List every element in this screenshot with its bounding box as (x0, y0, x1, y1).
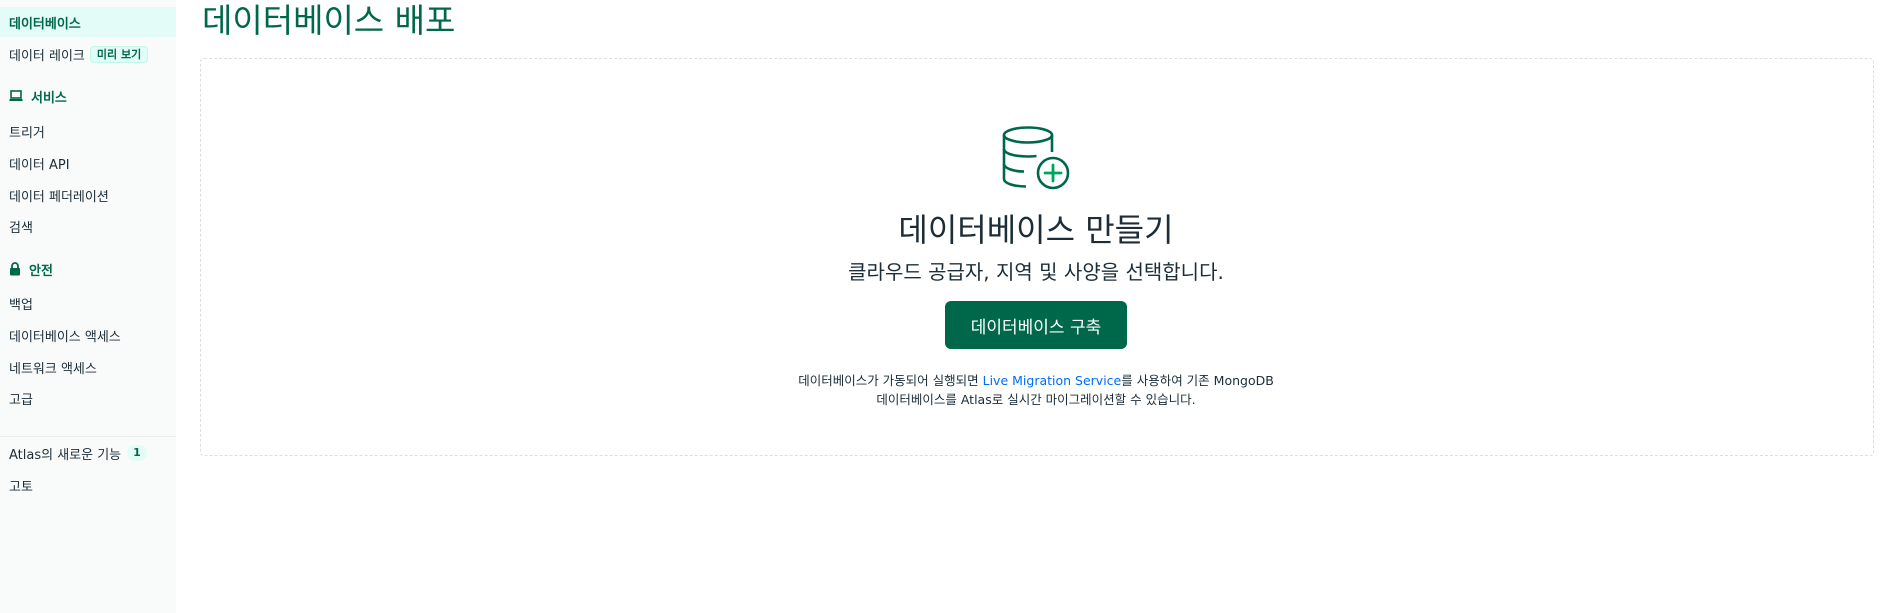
empty-state-heading: 데이터베이스 만들기 (898, 211, 1174, 249)
sidebar-item-label: 데이터베이스 (9, 16, 81, 32)
section-header-services: 서비스 (0, 84, 176, 108)
sidebar-item-database[interactable]: 데이터베이스 (0, 7, 176, 37)
sidebar-item-triggers[interactable]: 트리거 (0, 116, 176, 146)
page-title: 데이터베이스 배포 (202, 1, 456, 40)
database-plus-icon (1002, 126, 1070, 190)
live-migration-note: 데이터베이스가 가동되어 실행되면 Live Migration Service… (798, 373, 1274, 407)
sidebar-item-goto[interactable]: 고토 (0, 470, 176, 500)
sidebar-item-database-access[interactable]: 데이터베이스 액세스 (0, 320, 176, 350)
sidebar-item-data-api[interactable]: 데이터 API (0, 148, 176, 178)
sidebar-divider (0, 436, 176, 437)
live-migration-link[interactable]: Live Migration Service (983, 373, 1122, 388)
empty-state-subheading: 클라우드 공급자, 지역 및 사양을 선택합니다. (848, 260, 1224, 284)
sidebar: 데이터베이스 데이터 레이크 미리 보기 서비스 트리거 데이터 API 데이터… (0, 0, 176, 613)
count-badge: 1 (127, 445, 147, 461)
build-database-button[interactable]: 데이터베이스 구축 (945, 301, 1127, 349)
sidebar-item-data-lake[interactable]: 데이터 레이크 미리 보기 (0, 39, 176, 69)
laptop-icon (9, 90, 23, 101)
sidebar-item-whats-new[interactable]: Atlas의 새로운 기능 1 (0, 438, 176, 468)
preview-badge: 미리 보기 (89, 45, 149, 63)
sidebar-item-label: 데이터 레이크 (9, 48, 85, 64)
sidebar-item-backup[interactable]: 백업 (0, 288, 176, 318)
